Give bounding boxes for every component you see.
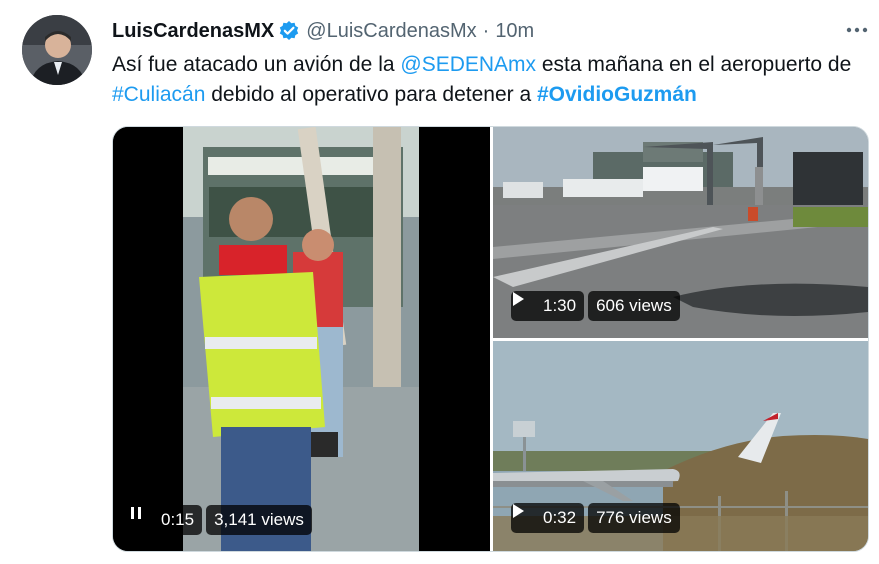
mention-link[interactable]: @SEDENAmx xyxy=(400,53,536,76)
tweet-text-part: esta mañana en el aeropuerto de xyxy=(536,53,852,76)
video-duration-badge: 1:30 xyxy=(511,291,585,321)
more-options-icon[interactable] xyxy=(842,18,872,42)
video-views-badge: 3,141 views xyxy=(206,505,312,535)
video-duration-badge: 0:15 xyxy=(129,505,203,535)
video-views-badge: 776 views xyxy=(588,503,680,533)
hashtag-link[interactable]: #Culiacán xyxy=(112,83,205,106)
video-frame xyxy=(113,127,490,551)
tweet-text-part: debido al operativo para detener a xyxy=(205,83,537,106)
timestamp[interactable]: 10m xyxy=(495,20,534,43)
video-views-badge: 606 views xyxy=(588,291,680,321)
pause-icon[interactable] xyxy=(131,507,151,528)
video-player[interactable]: 1:30 606 views xyxy=(493,127,868,338)
video-player[interactable]: 0:15 3,141 views xyxy=(113,127,490,551)
play-icon[interactable] xyxy=(513,504,533,526)
play-icon[interactable] xyxy=(513,292,533,314)
separator-dot: · xyxy=(482,19,490,42)
video-player[interactable]: 0:32 776 views xyxy=(493,341,868,551)
tweet-header: LuisCardenasMX @LuisCardenasMx · 10m xyxy=(112,17,534,45)
avatar[interactable] xyxy=(22,15,92,85)
display-name[interactable]: LuisCardenasMX xyxy=(112,20,274,43)
video-views: 776 views xyxy=(596,508,672,527)
video-duration: 0:32 xyxy=(543,508,577,527)
verified-badge-icon xyxy=(278,20,300,42)
video-duration-badge: 0:32 xyxy=(511,503,585,533)
video-duration: 1:30 xyxy=(543,296,577,315)
hashtag-link[interactable]: #OvidioGuzmán xyxy=(537,83,697,106)
handle[interactable]: @LuisCardenasMx xyxy=(306,20,476,43)
video-duration: 0:15 xyxy=(161,510,195,529)
tweet-text: Así fue atacado un avión de la @SEDENAmx… xyxy=(112,50,872,110)
video-views: 3,141 views xyxy=(214,510,304,529)
tweet-text-part: Así fue atacado un avión de la xyxy=(112,53,401,76)
video-views: 606 views xyxy=(596,296,672,315)
media-grid: 0:15 3,141 views 1:30 606 views 0:32 776… xyxy=(112,126,869,552)
